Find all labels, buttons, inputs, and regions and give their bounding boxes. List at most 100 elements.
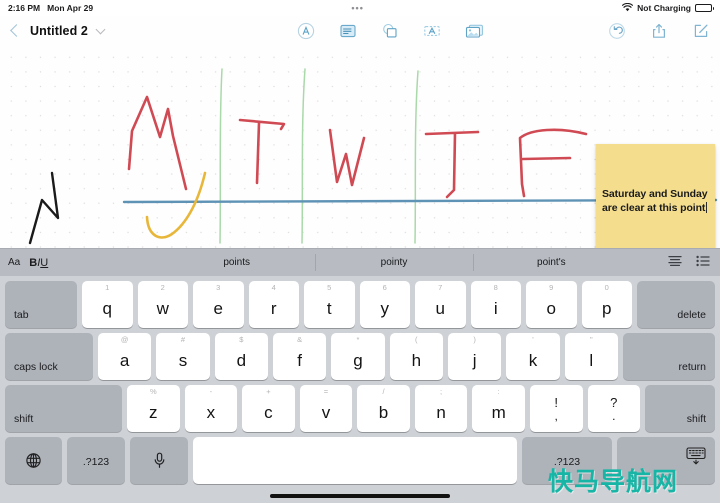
key-r[interactable]: 4r <box>248 281 299 328</box>
status-time: 2:16 PM <box>8 3 41 13</box>
key-dictation[interactable] <box>130 437 188 484</box>
key-question-period[interactable]: ? . <box>587 385 641 432</box>
key-g-label: g <box>353 350 363 370</box>
bullet-list-icon[interactable] <box>696 255 710 270</box>
key-o-hint: 9 <box>549 283 554 292</box>
key-b-label: b <box>378 402 389 422</box>
key-n-label: n <box>436 402 446 422</box>
compose-button[interactable] <box>691 21 710 40</box>
key-shift-right[interactable]: shift <box>645 385 716 432</box>
text-style-buttons: BIU <box>29 257 48 269</box>
format-controls: Aa BIU <box>0 257 158 269</box>
key-d[interactable]: $ d <box>214 333 268 380</box>
key-u-label: u <box>435 298 445 318</box>
key-y[interactable]: 6y <box>359 281 410 328</box>
key-shift-right-label: shift <box>686 413 707 425</box>
prediction-candidate-3[interactable]: point's <box>472 249 630 276</box>
key-r-label: r <box>270 298 277 318</box>
key-i[interactable]: 8i <box>470 281 521 328</box>
sticky-note[interactable]: Saturday and Sunday are clear at this po… <box>596 144 715 248</box>
yellow-curve-stroke <box>145 171 207 239</box>
shapes-tool[interactable] <box>381 21 400 40</box>
key-e[interactable]: 3e <box>193 281 244 328</box>
key-h[interactable]: (h <box>389 333 443 380</box>
keyboard-row-3: shift % z -x + c = v / b ; n :m ! , ? . shift <box>5 385 716 432</box>
markup-tool[interactable] <box>297 21 316 40</box>
microphone-icon <box>153 452 166 469</box>
key-l-label: l <box>589 350 594 370</box>
bold-button[interactable]: B <box>29 257 37 269</box>
share-button[interactable] <box>649 21 668 40</box>
key-numbers-right[interactable]: .?123 <box>522 437 612 484</box>
key-f[interactable]: & f <box>272 333 327 380</box>
key-s[interactable]: # s <box>156 333 210 380</box>
key-dismiss-keyboard[interactable] <box>617 437 715 484</box>
underline-button[interactable]: U <box>40 257 48 269</box>
chevron-down-icon[interactable] <box>95 24 106 34</box>
home-indicator <box>270 494 450 498</box>
sticky-note-text: Saturday and Sunday are clear at this po… <box>602 187 709 215</box>
key-j-label: j <box>472 350 477 370</box>
key-m[interactable]: :m <box>472 385 525 432</box>
textbox-tool[interactable] <box>423 21 442 40</box>
key-caps-lock-label: caps lock <box>14 361 58 373</box>
key-o[interactable]: 9o <box>526 281 577 328</box>
key-g[interactable]: * g <box>331 333 385 380</box>
key-q[interactable]: 1q <box>82 281 133 328</box>
prediction-candidate-2[interactable]: pointy <box>315 249 472 276</box>
key-b[interactable]: / b <box>357 385 410 432</box>
key-tab[interactable]: tab <box>5 281 77 328</box>
key-r-hint: 4 <box>271 283 276 292</box>
key-v[interactable]: = v <box>299 385 353 432</box>
key-a[interactable]: @ a <box>98 333 152 380</box>
prediction-candidate-1[interactable]: points <box>158 249 315 276</box>
sticky-note-line-1: Saturday and Sunday <box>602 188 708 200</box>
key-n[interactable]: ; n <box>414 385 468 432</box>
key-u[interactable]: 7u <box>415 281 466 328</box>
key-w[interactable]: 2w <box>137 281 188 328</box>
globe-icon <box>25 452 42 469</box>
key-p-label: p <box>602 298 612 318</box>
key-l[interactable]: " l <box>564 333 618 380</box>
key-b-hint: / <box>382 387 385 396</box>
key-delete[interactable]: delete <box>637 281 715 328</box>
wifi-icon <box>622 2 634 14</box>
key-j[interactable]: ) j <box>447 333 502 380</box>
key-caps-lock[interactable]: caps lock <box>5 333 93 380</box>
key-g-hint: * <box>356 335 360 344</box>
photo-tool[interactable] <box>465 21 484 40</box>
key-shift-left[interactable]: shift <box>5 385 122 432</box>
undo-button[interactable] <box>607 21 626 40</box>
text-align-icon[interactable] <box>668 255 682 270</box>
charging-status-label: Not Charging <box>637 3 691 13</box>
font-size-button[interactable]: Aa <box>8 257 20 268</box>
note-canvas[interactable]: Saturday and Sunday are clear at this po… <box>0 45 720 248</box>
navigation-left: Untitled 2 <box>10 24 220 38</box>
keyboard-dismiss-icon <box>686 447 706 468</box>
key-space[interactable] <box>193 437 517 484</box>
key-p-hint: 0 <box>604 283 609 292</box>
key-m-hint: : <box>497 387 500 396</box>
key-return[interactable]: return <box>622 333 715 380</box>
key-globe[interactable] <box>5 437 62 484</box>
sticky-note-line-2: are clear at this point <box>602 202 706 214</box>
key-x[interactable]: -x <box>184 385 238 432</box>
key-j-hint: ) <box>473 335 476 344</box>
key-t[interactable]: 5t <box>304 281 355 328</box>
key-numbers-left[interactable]: .?123 <box>67 437 125 484</box>
tool-palette <box>220 21 560 40</box>
key-n-hint: ; <box>440 387 443 396</box>
key-k[interactable]: ' k <box>506 333 560 380</box>
key-x-label: x <box>206 402 216 422</box>
note-tool[interactable] <box>339 21 358 40</box>
key-c[interactable]: + c <box>242 385 295 432</box>
key-a-label: a <box>119 350 130 370</box>
key-z[interactable]: % z <box>127 385 180 432</box>
key-numbers-right-label: .?123 <box>553 456 581 468</box>
back-chevron-icon[interactable] <box>10 24 23 37</box>
key-p[interactable]: 0p <box>581 281 632 328</box>
status-bar-center: ••• <box>93 3 622 13</box>
key-numbers-left-label: .?123 <box>82 456 110 468</box>
key-z-hint: % <box>149 387 157 396</box>
key-exclamation-comma[interactable]: ! , <box>529 385 583 432</box>
